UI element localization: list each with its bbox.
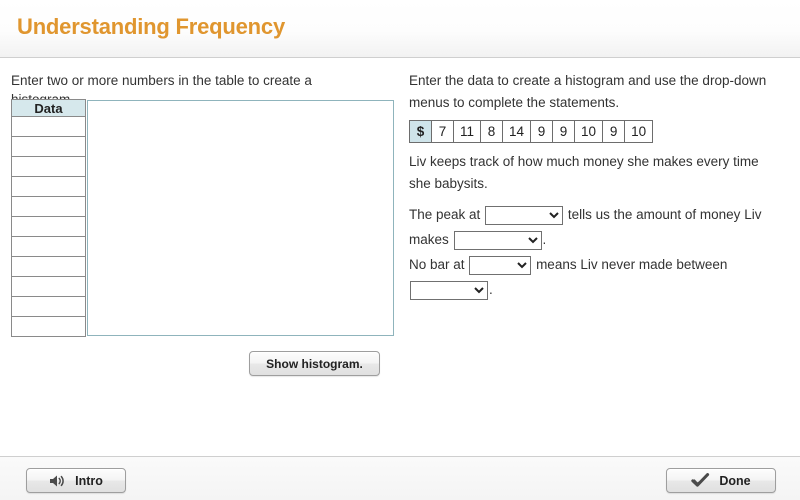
data-cell[interactable] [11, 176, 86, 197]
main-content: Enter two or more numbers in the table t… [0, 59, 800, 456]
speaker-icon [49, 474, 66, 488]
table-row [11, 316, 86, 337]
data-cell[interactable] [11, 256, 86, 277]
data-cell-input[interactable] [12, 117, 85, 136]
data-cell[interactable] [11, 296, 86, 317]
data-cell[interactable] [11, 216, 86, 237]
data-cell-input[interactable] [12, 237, 85, 256]
table-row [11, 296, 86, 317]
statement-two-part-3: . [489, 282, 493, 297]
table-row [11, 236, 86, 257]
app-footer: Intro Done [0, 456, 800, 500]
values-row: $ 7 11 8 14 9 9 10 9 10 [409, 120, 654, 143]
value-cell: 7 [431, 120, 454, 143]
data-table-header: Data [11, 99, 86, 117]
data-values-table: $ 7 11 8 14 9 9 10 9 10 [409, 120, 654, 143]
data-cell[interactable] [11, 276, 86, 297]
value-cell: 14 [502, 120, 532, 143]
right-panel: Enter the data to create a histogram and… [404, 59, 800, 456]
peak-value-dropdown[interactable] [485, 205, 564, 225]
intro-button[interactable]: Intro [26, 468, 126, 493]
statement-two-part-1: No bar at [409, 257, 465, 272]
statement-two-part-2: means Liv never made between [536, 257, 728, 272]
statement-one: The peak at tells us the amount of money… [409, 202, 794, 252]
statement-one-part-4: . [542, 232, 547, 247]
right-instruction-text: Enter the data to create a histogram and… [409, 73, 767, 110]
left-panel: Enter two or more numbers in the table t… [0, 59, 400, 456]
range-dropdown[interactable] [410, 280, 488, 300]
value-cell: 8 [480, 120, 504, 143]
statement-one-part-2: tells us the amount of money [567, 207, 741, 222]
value-cell: 11 [452, 120, 482, 143]
no-bar-dropdown[interactable] [469, 255, 532, 275]
unit-cell: $ [409, 120, 432, 143]
data-cell[interactable] [11, 156, 86, 177]
data-cell-input[interactable] [12, 157, 85, 176]
data-entry-table: Data [11, 99, 86, 337]
table-row [11, 156, 86, 177]
money-amount-dropdown[interactable] [453, 230, 542, 250]
data-cell[interactable] [11, 196, 86, 217]
data-cell-input[interactable] [12, 177, 85, 196]
data-cell[interactable] [11, 136, 86, 157]
data-cell[interactable] [11, 116, 86, 137]
data-cell[interactable] [11, 316, 86, 337]
context-sentence: Liv keeps track of how much money she ma… [409, 154, 759, 191]
data-cell-input[interactable] [12, 217, 85, 236]
value-cell: 9 [602, 120, 626, 143]
done-button[interactable]: Done [666, 468, 776, 493]
checkmark-icon [691, 473, 710, 488]
done-button-label: Done [719, 473, 751, 488]
data-cell-input[interactable] [12, 277, 85, 296]
app-header: Understanding Frequency [0, 0, 800, 58]
table-row [11, 116, 86, 137]
value-cell: 9 [552, 120, 576, 143]
page-title: Understanding Frequency [17, 14, 285, 39]
table-row [11, 136, 86, 157]
table-row [11, 256, 86, 277]
value-cell: 9 [530, 120, 554, 143]
data-cell-input[interactable] [12, 197, 85, 216]
data-cell-input[interactable] [12, 137, 85, 156]
table-row [11, 276, 86, 297]
show-histogram-button[interactable]: Show histogram. [249, 351, 380, 376]
table-row [11, 196, 86, 217]
statement-two: No bar at means Liv never made between . [409, 252, 794, 302]
data-cell-input[interactable] [12, 257, 85, 276]
value-cell: 10 [624, 120, 654, 143]
histogram-canvas[interactable] [87, 100, 394, 336]
table-row [11, 216, 86, 237]
statement-one-part-1: The peak at [409, 207, 481, 222]
data-cell-input[interactable] [12, 317, 85, 336]
data-table-body [11, 116, 86, 337]
data-cell-input[interactable] [12, 297, 85, 316]
intro-button-label: Intro [75, 473, 103, 488]
value-cell: 10 [574, 120, 604, 143]
table-row [11, 176, 86, 197]
data-cell[interactable] [11, 236, 86, 257]
